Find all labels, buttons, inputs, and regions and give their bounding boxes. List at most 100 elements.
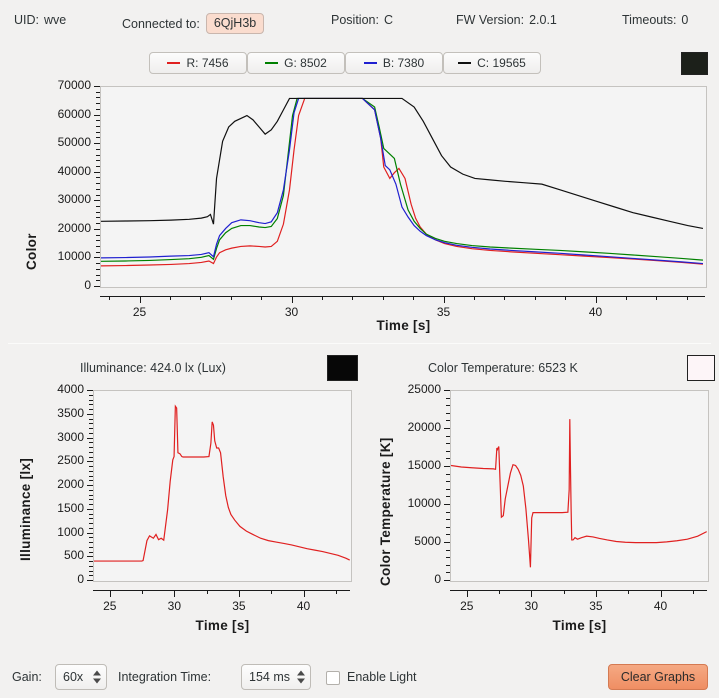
y-tick-minor xyxy=(96,217,100,219)
y-tick-label: 10000 xyxy=(407,496,441,510)
y-tick-minor xyxy=(96,166,100,167)
legend-item-b[interactable]: B: 7380 xyxy=(345,52,443,74)
y-tick-minor xyxy=(446,397,450,399)
fw-version-label: FW Version: xyxy=(456,13,525,27)
color-preview-swatch xyxy=(681,52,708,75)
y-tick-major xyxy=(87,461,93,463)
y-tick-minor xyxy=(446,526,450,528)
y-tick-minor xyxy=(89,518,93,520)
status-bar: UID: wve Connected to: 6QjH3b Position: … xyxy=(0,0,719,40)
y-tick-minor xyxy=(96,154,100,156)
enable-light-checkbox[interactable] xyxy=(326,671,340,685)
x-tick-label: 30 xyxy=(284,305,299,319)
y-tick-label: 4000 xyxy=(57,382,84,396)
legend-label-c: C: 19565 xyxy=(477,56,526,70)
x-tick-major xyxy=(139,296,141,303)
x-tick-minor xyxy=(499,590,501,594)
y-tick-minor xyxy=(89,546,93,548)
legend-label-b: B: 7380 xyxy=(382,56,425,70)
x-axis-line xyxy=(100,296,705,297)
y-tick-major xyxy=(87,437,93,439)
y-tick-minor xyxy=(96,131,100,133)
integration-time-value: 154 ms xyxy=(249,670,290,684)
legend-item-g[interactable]: G: 8502 xyxy=(247,52,345,74)
y-tick-minor xyxy=(89,499,93,501)
y-tick-minor xyxy=(89,537,93,539)
x-tick-minor xyxy=(413,296,415,300)
plot-ct-canvas xyxy=(451,419,707,568)
y-tick-major xyxy=(87,485,93,486)
y-tick-minor xyxy=(89,451,93,453)
legend-item-c[interactable]: C: 19565 xyxy=(443,52,541,74)
bottom-toolbar: Gain: 60x Integration Time: 154 ms Enabl… xyxy=(0,656,719,698)
chevron-down-icon[interactable] xyxy=(297,678,305,684)
position-label: Position: xyxy=(331,13,379,27)
y-tick-label: 500 xyxy=(63,548,84,563)
chevron-down-icon[interactable] xyxy=(93,678,101,684)
y-tick-minor xyxy=(96,188,100,190)
series-c xyxy=(101,97,704,230)
y-tick-minor xyxy=(89,466,93,467)
y-tick-minor xyxy=(96,97,100,99)
illuminance-chart-xlabel: Time [s] xyxy=(195,618,250,633)
connected-to-field: Connected to: 6QjH3b xyxy=(122,13,265,34)
y-tick-label: 3000 xyxy=(57,429,84,444)
y-tick-minor xyxy=(89,456,93,458)
color-temperature-chart: Color Temperature [K] Time [s] 0 5000 1000… xyxy=(360,382,719,646)
y-tick-minor xyxy=(89,542,93,543)
chevron-up-icon[interactable] xyxy=(297,670,305,676)
y-tick-minor xyxy=(96,206,100,207)
x-tick-minor xyxy=(169,296,171,300)
x-tick-minor xyxy=(563,590,565,594)
y-tick-minor xyxy=(96,177,100,179)
y-tick-major xyxy=(94,257,100,259)
y-tick-minor xyxy=(89,489,93,491)
y-tick-major xyxy=(94,228,100,230)
y-tick-minor xyxy=(89,561,93,562)
integration-time-spinner[interactable]: 154 ms xyxy=(241,664,311,690)
y-tick-minor xyxy=(89,575,93,577)
y-tick-major xyxy=(444,390,450,391)
illuminance-chart: Illuminance [lx] Time [s] 0 500 1000 1500 20… xyxy=(0,382,360,646)
gain-spinner[interactable]: 60x xyxy=(55,664,107,690)
integration-time-spinner-arrows[interactable] xyxy=(297,670,305,684)
connected-to-label: Connected to: xyxy=(122,16,200,31)
x-tick-label: 25 xyxy=(103,599,117,613)
y-tick-major xyxy=(444,466,450,467)
x-tick-label: 35 xyxy=(436,305,451,319)
x-tick-label: 40 xyxy=(296,599,311,613)
legend-line-c-icon xyxy=(458,62,472,64)
y-tick-label: 60000 xyxy=(57,106,91,121)
chevron-up-icon[interactable] xyxy=(93,670,101,676)
legend-line-b-icon xyxy=(363,62,377,64)
legend-line-g-icon xyxy=(265,62,279,64)
timeouts-field: Timeouts: 0 xyxy=(622,13,688,27)
y-tick-minor xyxy=(96,108,100,110)
y-tick-minor xyxy=(446,412,450,414)
x-tick-major xyxy=(660,590,662,597)
legend-item-r[interactable]: R: 7456 xyxy=(149,52,247,74)
uid-value: wve xyxy=(44,13,67,27)
x-tick-major xyxy=(595,296,597,303)
y-tick-major xyxy=(444,542,450,543)
plot-color-canvas xyxy=(101,97,704,267)
gain-spinner-arrows[interactable] xyxy=(93,670,101,684)
x-tick-label: 40 xyxy=(653,599,668,613)
timeouts-value: 0 xyxy=(681,13,689,27)
y-tick-minor xyxy=(96,160,100,162)
x-tick-label: 30 xyxy=(167,599,182,613)
y-tick-major xyxy=(444,580,450,581)
x-axis-line xyxy=(93,590,350,591)
x-tick-major xyxy=(595,590,597,597)
x-tick-minor xyxy=(692,590,694,594)
y-tick-minor xyxy=(96,194,100,196)
y-tick-minor xyxy=(89,523,93,524)
y-tick-minor xyxy=(96,126,100,127)
illuminance-chart-plot xyxy=(93,390,352,582)
y-tick-major xyxy=(87,508,93,510)
connected-to-value[interactable]: 6QjH3b xyxy=(205,13,265,34)
x-tick-major xyxy=(238,590,240,597)
clear-graphs-button[interactable]: Clear Graphs xyxy=(608,664,708,690)
y-tick-label: 5000 xyxy=(414,534,441,548)
x-tick-major xyxy=(291,296,293,303)
